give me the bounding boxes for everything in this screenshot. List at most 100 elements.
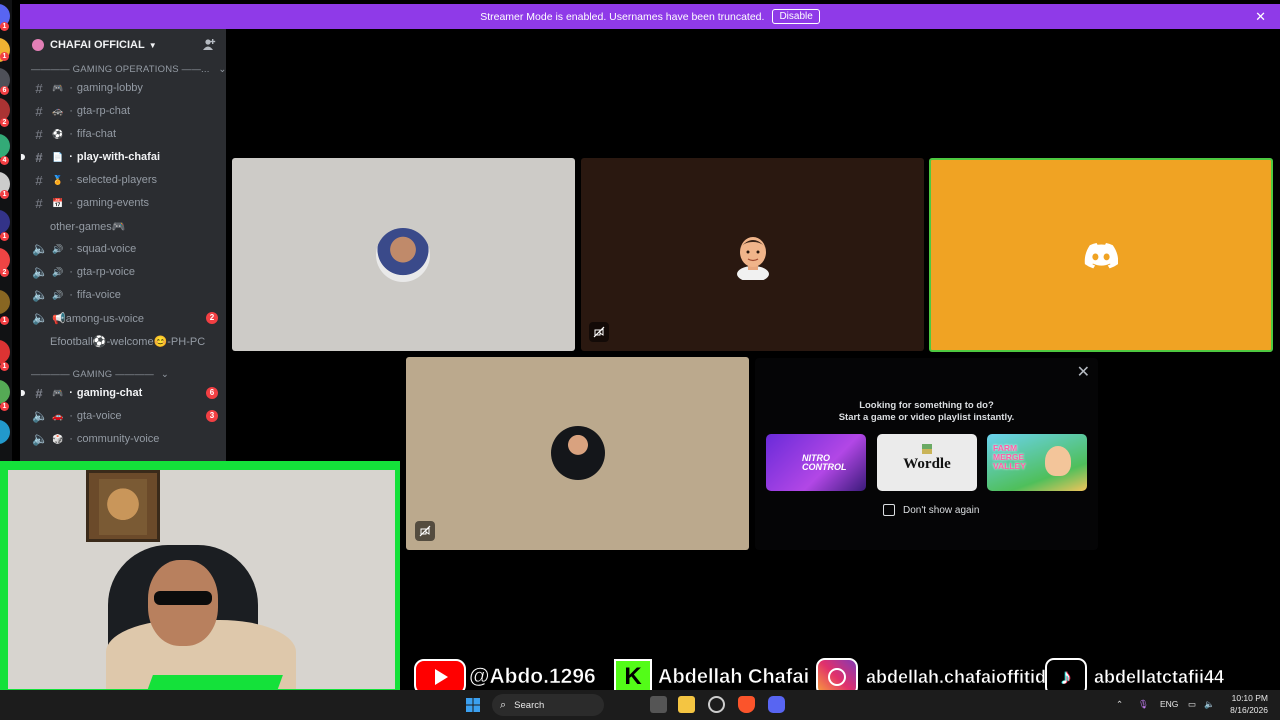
file-explorer-icon[interactable] <box>678 696 695 713</box>
server-icon[interactable] <box>0 210 10 234</box>
server-logo-icon <box>32 39 44 51</box>
server-icon[interactable] <box>0 420 10 444</box>
taskbar-clock[interactable]: 10:10 PM 8/16/2026 <box>1230 692 1268 716</box>
category-gaming-operations[interactable]: ———— GAMING OPERATIONS ——... ⌄ <box>31 64 227 75</box>
wall-picture <box>86 470 160 542</box>
channel-name: gta-rp-chat <box>76 105 131 117</box>
task-view-icon[interactable] <box>650 696 667 713</box>
popup-subtitle: Start a game or video playlist instantly… <box>838 412 1015 423</box>
mention-badge: 1 <box>0 52 9 61</box>
kick-handle: Abdellah Chafai <box>658 665 810 688</box>
mention-badge: 1 <box>0 316 9 325</box>
channel-name: Efootball⚽-welcome😊-PH-PC <box>50 335 206 348</box>
mention-badge: 1 <box>0 402 9 411</box>
channel-efootball[interactable]: Efootball⚽-welcome😊-PH-PC <box>50 331 236 351</box>
text-channel-icon: # <box>35 195 43 211</box>
mention-badge: 4 <box>0 156 9 165</box>
activity-card-nitro-control[interactable]: NITRO CONTROL <box>766 434 866 491</box>
channel-name: gta-voice <box>76 410 122 422</box>
channel-gta-rp-chat[interactable]: # 🚓 · gta-rp-chat <box>32 101 218 121</box>
channel-gaming-chat[interactable]: # 🎮 · gaming-chat 6 <box>21 383 218 403</box>
windows-taskbar: ⌕ Search ⌃ 🎙 ENG ▭ 🔈 10:10 PM 8/16/2026 <box>0 690 1280 720</box>
checkbox-label: Don't show again <box>903 504 980 516</box>
channel-name: squad-voice <box>76 243 137 255</box>
mention-badge: 2 <box>0 268 9 277</box>
speaker-icon: 🔈 <box>32 264 49 279</box>
activity-card-farm-merge-valley[interactable]: FARM MERGE VALLEY <box>987 434 1087 491</box>
channel-name: fifa-chat <box>76 128 117 140</box>
channel-name: other-games🎮 <box>50 220 126 233</box>
windows-start-icon[interactable] <box>466 698 480 712</box>
category-label: ———— GAMING OPERATIONS ——... <box>31 64 210 75</box>
server-icon[interactable] <box>0 290 10 314</box>
discord-taskbar-icon[interactable] <box>768 696 785 713</box>
video-tile-participant-1[interactable] <box>232 158 575 351</box>
character-image <box>1045 446 1071 476</box>
server-header[interactable]: CHAFAI OFFICIAL ▼ <box>20 29 226 61</box>
text-channel-icon: # <box>35 103 43 119</box>
add-user-icon[interactable] <box>202 38 216 52</box>
channel-community-voice[interactable]: 🔈 🎲 · community-voice <box>32 429 218 449</box>
video-tile-participant-4[interactable] <box>406 357 749 550</box>
channel-among-us-voice[interactable]: 🔈 📢among-us-voice 2 <box>32 308 218 328</box>
speaker-icon: 🔈 <box>32 241 49 256</box>
mention-badge: 1 <box>0 232 9 241</box>
activity-card-title: FARM MERGE VALLEY <box>993 443 1026 471</box>
webcam-feed <box>8 470 395 689</box>
microphone-icon[interactable]: 🎙 <box>1138 699 1149 710</box>
channel-fifa-chat[interactable]: # ⚽ · fifa-chat <box>32 124 218 144</box>
video-tile-participant-3[interactable] <box>929 158 1273 352</box>
channel-emoji: 🚗 <box>52 410 64 421</box>
clock-date: 8/16/2026 <box>1230 705 1268 715</box>
clock-time: 10:10 PM <box>1231 693 1268 703</box>
disable-button[interactable]: Disable <box>772 9 820 24</box>
volume-icon[interactable]: 🔈 <box>1204 699 1215 710</box>
close-icon[interactable]: ✕ <box>1255 9 1266 25</box>
wordle-grid-icon <box>922 444 932 454</box>
server-icon[interactable] <box>0 340 10 364</box>
channel-sidebar: CHAFAI OFFICIAL ▼ ———— GAMING OPERATIONS… <box>20 29 226 461</box>
channel-emoji: ⚽ <box>52 128 64 139</box>
taskbar-search[interactable]: ⌕ Search <box>492 694 604 716</box>
channel-gta-rp-voice[interactable]: 🔈 🔊 · gta-rp-voice <box>32 262 218 282</box>
channel-name: community-voice <box>76 433 160 445</box>
category-gaming[interactable]: ———— GAMING ———— ⌄ <box>31 369 169 380</box>
network-icon[interactable]: ▭ <box>1188 699 1196 710</box>
mention-badge: 6 <box>206 387 218 399</box>
app-icon[interactable] <box>708 696 725 713</box>
text-channel-icon: # <box>35 172 43 188</box>
chevron-down-icon: ⌄ <box>218 64 227 75</box>
channel-emoji: 🎮 <box>52 387 64 398</box>
sunglasses <box>154 591 212 605</box>
brave-browser-icon[interactable] <box>738 696 755 713</box>
video-tile-participant-2[interactable] <box>581 158 924 351</box>
popup-title: Looking for something to do? <box>859 400 994 411</box>
channel-name: gta-rp-voice <box>76 266 135 278</box>
channel-other-games[interactable]: other-games🎮 <box>50 216 236 236</box>
checkbox-icon <box>883 504 895 516</box>
channel-emoji: 📄 <box>52 151 64 162</box>
activity-card-wordle[interactable]: Wordle <box>877 434 977 491</box>
channel-emoji: 🏅 <box>52 174 64 185</box>
channel-gaming-events[interactable]: # 📅 · gaming-events <box>32 193 218 213</box>
channel-play-with-chafai[interactable]: # 📄 · play-with-chafai <box>21 147 218 167</box>
server-icon[interactable] <box>0 134 10 158</box>
channel-fifa-voice[interactable]: 🔈 🔊 · fifa-voice <box>32 285 218 305</box>
text-channel-icon: # <box>35 149 43 165</box>
channel-selected-players[interactable]: # 🏅 · selected-players <box>32 170 218 190</box>
channel-gaming-lobby[interactable]: # 🎮 · gaming-lobby <box>32 78 218 98</box>
channel-gta-voice[interactable]: 🔈 🚗 · gta-voice 3 <box>32 406 218 426</box>
chevron-up-icon[interactable]: ⌃ <box>1116 699 1123 710</box>
mention-badge: 6 <box>0 86 9 95</box>
speaker-icon: 🔈 <box>32 408 49 423</box>
channel-squad-voice[interactable]: 🔈 🔊 · squad-voice <box>32 239 218 259</box>
language-indicator[interactable]: ENG <box>1160 699 1178 709</box>
dont-show-again-checkbox[interactable]: Don't show again <box>883 504 979 516</box>
webcam-overlay <box>0 461 400 693</box>
participant-avatar <box>376 228 430 282</box>
server-icon[interactable] <box>0 380 10 404</box>
speaker-icon: 🔈 <box>32 310 49 325</box>
muted-camera-icon <box>589 322 609 342</box>
close-icon[interactable]: ✕ <box>1077 362 1090 382</box>
text-channel-icon: # <box>35 126 43 142</box>
